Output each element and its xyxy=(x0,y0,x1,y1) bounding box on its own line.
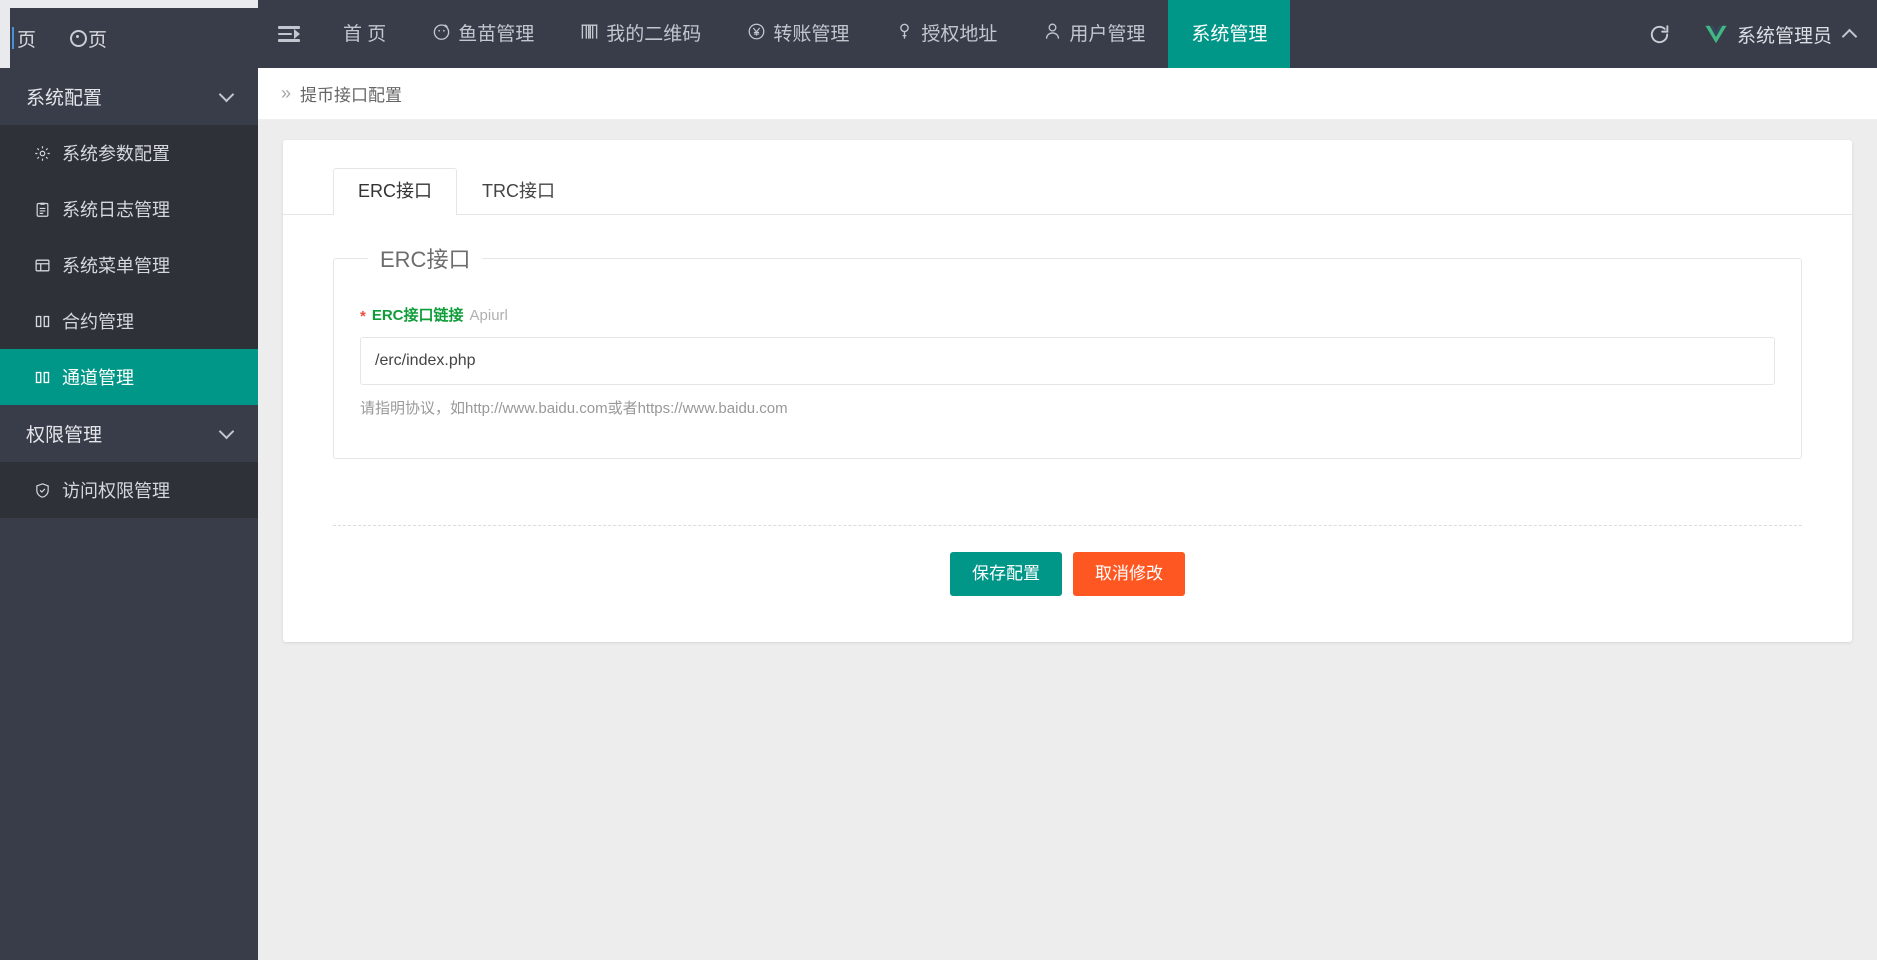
layout-icon xyxy=(33,256,52,275)
refresh-icon xyxy=(1648,23,1671,46)
nav-item-system-management-label: 系统管理 xyxy=(1191,25,1267,44)
sidebar-item-system-params[interactable]: 系统参数配置 xyxy=(0,125,258,181)
sidebar-item-access-permission[interactable]: 访问权限管理 xyxy=(0,462,258,518)
breadcrumb-separator-icon: » xyxy=(281,83,291,104)
tab-erc-interface-label: ERC接口 xyxy=(358,181,432,201)
content-area: » 提币接口配置 ERC接口 TRC接口 ERC接口 * ERC接口链接 Api… xyxy=(258,68,1877,960)
cancel-changes-button[interactable]: 取消修改 xyxy=(1073,552,1185,596)
sidebar-item-channel-management[interactable]: 通道管理 xyxy=(0,349,258,405)
nav-item-fry-management[interactable]: 鱼苗管理 xyxy=(409,0,557,68)
config-card: ERC接口 TRC接口 ERC接口 * ERC接口链接 Apiurl 请指明协议… xyxy=(283,140,1852,642)
nav-item-user-management[interactable]: 用户管理 xyxy=(1020,0,1168,68)
refresh-button[interactable] xyxy=(1648,23,1671,46)
apiurl-label-cn: ERC接口链接 xyxy=(372,304,464,325)
tab-erc-interface[interactable]: ERC接口 xyxy=(333,168,457,215)
sidebar-item-contract-management-label: 合约管理 xyxy=(62,308,134,334)
sidebar-item-system-log[interactable]: 系统日志管理 xyxy=(0,181,258,237)
chevron-up-icon xyxy=(1842,29,1858,45)
sidebar-submenu-system-config: 系统参数配置 系统日志管理 系统菜单管理 xyxy=(0,125,258,405)
chevron-down-icon xyxy=(219,423,235,439)
user-name-label: 系统管理员 xyxy=(1737,21,1832,48)
shield-check-icon xyxy=(33,481,52,500)
nav-item-home[interactable]: 首 页 xyxy=(320,0,409,68)
required-marker: * xyxy=(360,308,366,325)
gear-icon xyxy=(33,144,52,163)
sidebar-item-system-menu[interactable]: 系统菜单管理 xyxy=(0,237,258,293)
form-divider xyxy=(333,525,1802,526)
sidebar-item-system-log-label: 系统日志管理 xyxy=(62,196,170,222)
yen-circle-icon xyxy=(747,22,766,47)
save-config-button[interactable]: 保存配置 xyxy=(950,552,1062,596)
browser-tab-fragment-1-label: 页 xyxy=(17,25,36,52)
sidebar-item-access-permission-label: 访问权限管理 xyxy=(62,477,170,503)
sidebar-item-contract-management[interactable]: 合约管理 xyxy=(0,293,258,349)
sidebar-item-system-menu-label: 系统菜单管理 xyxy=(62,252,170,278)
user-icon xyxy=(1043,22,1062,47)
nav-item-fry-management-label: 鱼苗管理 xyxy=(458,25,534,44)
form-actions: 保存配置 取消修改 xyxy=(283,552,1852,596)
sidebar-toggle-button[interactable] xyxy=(258,0,320,68)
chevron-down-icon xyxy=(219,86,235,102)
sidebar-group-permission-management-label: 权限管理 xyxy=(26,420,102,447)
menu-collapse-icon xyxy=(278,26,300,42)
apiurl-field-label: * ERC接口链接 Apiurl xyxy=(360,304,1775,325)
apiurl-label-en: Apiurl xyxy=(470,307,508,324)
tab-trc-interface[interactable]: TRC接口 xyxy=(457,168,580,215)
apiurl-input[interactable] xyxy=(360,337,1775,385)
nav-item-transfer-management-label: 转账管理 xyxy=(773,25,849,44)
vue-logo-icon xyxy=(1705,25,1727,44)
browser-tab-fragment-1[interactable]: 页 xyxy=(12,25,36,52)
sidebar-item-system-params-label: 系统参数配置 xyxy=(62,140,170,166)
nav-item-my-qrcode-label: 我的二维码 xyxy=(606,25,701,44)
nav-item-my-qrcode[interactable]: 我的二维码 xyxy=(557,0,724,68)
sidebar: 系统配置 系统参数配置 系统日志管理 xyxy=(0,68,258,960)
erc-fieldset-legend: ERC接口 xyxy=(368,242,482,274)
tab-trc-interface-label: TRC接口 xyxy=(482,181,555,201)
sidebar-group-permission-management[interactable]: 权限管理 xyxy=(0,405,258,462)
nav-item-authorized-address[interactable]: 授权地址 xyxy=(872,0,1020,68)
browser-tab-fragment-2-label: 页 xyxy=(88,25,107,52)
nav-item-authorized-address-label: 授权地址 xyxy=(921,25,997,44)
qrcode-icon xyxy=(580,22,599,47)
browser-tab-strip-fragment: 页 页 xyxy=(0,0,258,68)
clock-face-icon xyxy=(70,30,87,47)
nav-item-home-label: 首 页 xyxy=(343,25,386,44)
interface-tabs: ERC接口 TRC接口 xyxy=(283,140,1852,215)
nav-item-system-management[interactable]: 系统管理 xyxy=(1168,0,1290,68)
key-icon xyxy=(895,22,914,47)
columns-icon xyxy=(33,312,52,331)
text-cursor-icon xyxy=(12,27,14,49)
erc-fieldset: ERC接口 * ERC接口链接 Apiurl 请指明协议，如http://www… xyxy=(333,242,1802,459)
nav-item-transfer-management[interactable]: 转账管理 xyxy=(724,0,872,68)
apiurl-help-text: 请指明协议，如http://www.baidu.com或者https://www… xyxy=(360,397,1775,418)
sidebar-group-system-config-label: 系统配置 xyxy=(26,83,102,110)
sidebar-item-channel-management-label: 通道管理 xyxy=(62,364,134,390)
sidebar-submenu-permission: 访问权限管理 xyxy=(0,462,258,518)
apiurl-field-group: * ERC接口链接 Apiurl 请指明协议，如http://www.baidu… xyxy=(360,304,1775,418)
columns-icon xyxy=(33,368,52,387)
top-nav-items: 首 页 鱼苗管理 我的二维码 xyxy=(320,0,1290,68)
clipboard-icon xyxy=(33,200,52,219)
top-nav-right: 系统管理员 xyxy=(1648,0,1877,68)
breadcrumb-current-page: 提币接口配置 xyxy=(300,81,402,106)
erc-form: ERC接口 * ERC接口链接 Apiurl 请指明协议，如http://www… xyxy=(283,215,1852,459)
browser-tab-fragment-2[interactable]: 页 xyxy=(70,25,107,52)
user-menu[interactable]: 系统管理员 xyxy=(1705,21,1855,48)
sidebar-group-system-config[interactable]: 系统配置 xyxy=(0,68,258,125)
nav-item-user-management-label: 用户管理 xyxy=(1069,25,1145,44)
breadcrumb: » 提币接口配置 xyxy=(258,68,1877,120)
clock-face-icon xyxy=(432,22,451,47)
top-navigation-bar: 页 页 首 页 鱼苗管理 xyxy=(0,0,1877,68)
